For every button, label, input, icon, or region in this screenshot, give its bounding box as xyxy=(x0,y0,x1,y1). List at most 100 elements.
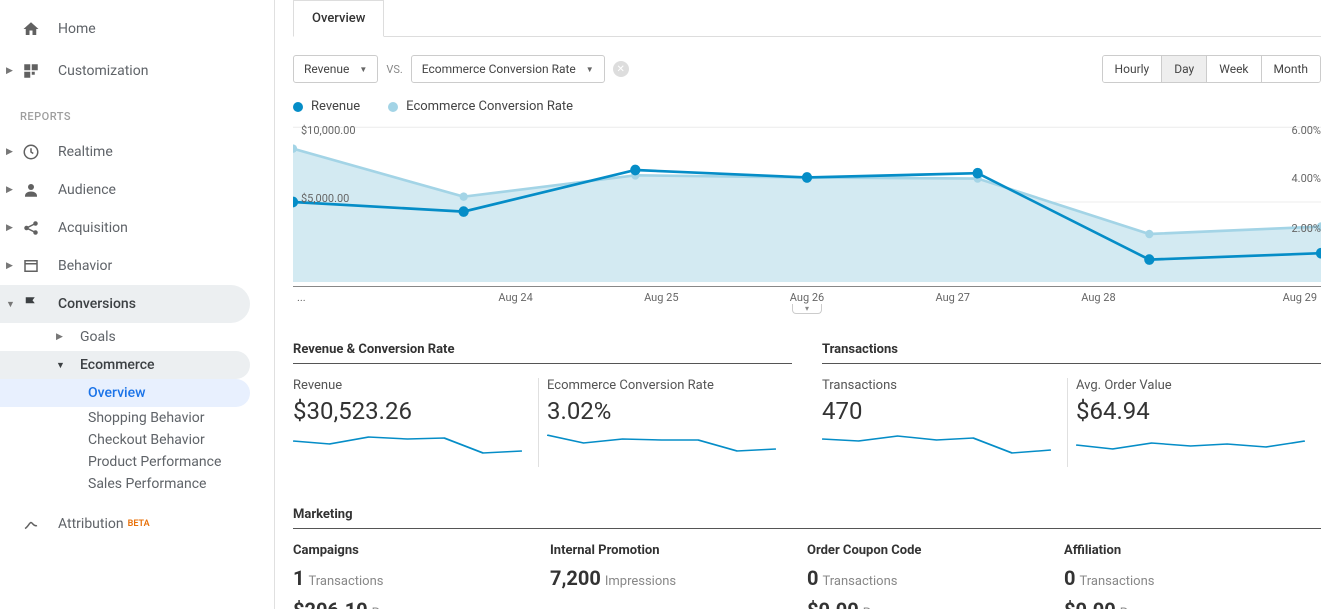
x-tick: ... xyxy=(293,287,443,304)
x-tick: Aug 25 xyxy=(588,287,734,304)
ecom-checkout-behavior[interactable]: Checkout Behavior xyxy=(0,429,274,451)
chevron-right-icon: ▶ xyxy=(56,332,63,342)
home-icon xyxy=(20,20,42,38)
card-aov-value: $64.94 xyxy=(1076,397,1305,425)
mkt-campaigns-head: Campaigns xyxy=(293,543,530,558)
transactions-group-title: Transactions xyxy=(822,342,1321,364)
mkt-coupon: Order Coupon Code 0Transactions $0.00Rev… xyxy=(807,543,1064,609)
main-chart: $10,000.00 $5,000.00 6.00% 4.00% 2.00% xyxy=(293,122,1321,282)
sparkline xyxy=(293,431,522,459)
revenue-group-title: Revenue & Conversion Rate xyxy=(293,342,792,364)
tab-strip: Overview xyxy=(293,0,1321,37)
nav-audience[interactable]: ▶ Audience xyxy=(0,171,274,209)
nav-realtime[interactable]: ▶ Realtime xyxy=(0,133,274,171)
nav-acquisition[interactable]: ▶ Acquisition xyxy=(0,209,274,247)
metrics-row: Revenue & Conversion Rate Revenue $30,52… xyxy=(293,342,1321,467)
metric2-dropdown[interactable]: Ecommerce Conversion Rate ▼ xyxy=(411,55,605,83)
card-aov-label: Avg. Order Value xyxy=(1076,378,1305,393)
sub-goals-label: Goals xyxy=(80,329,116,345)
x-axis: ... Aug 24 Aug 25 Aug 26 Aug 27 Aug 28 A… xyxy=(293,286,1321,304)
card-tx-value: 470 xyxy=(822,397,1051,425)
time-month[interactable]: Month xyxy=(1262,56,1320,82)
aff-rev-value: $0.00 xyxy=(1064,598,1116,609)
y-left-tick-2: $5,000.00 xyxy=(301,192,349,205)
chevron-right-icon: ▶ xyxy=(6,185,13,195)
mkt-coupon-head: Order Coupon Code xyxy=(807,543,1044,558)
card-aov[interactable]: Avg. Order Value $64.94 xyxy=(1068,378,1321,467)
ecom-sales-performance[interactable]: Sales Performance xyxy=(0,473,274,495)
card-revenue[interactable]: Revenue $30,523.26 xyxy=(293,378,539,467)
y-right-tick-2: 4.00% xyxy=(1291,172,1321,185)
clear-metric-icon[interactable]: ✕ xyxy=(613,61,629,77)
y-right-tick-1: 6.00% xyxy=(1291,124,1321,137)
controls-row: Revenue ▼ VS. Ecommerce Conversion Rate … xyxy=(293,55,1321,83)
nav-home[interactable]: Home xyxy=(0,8,274,50)
chevron-right-icon: ▶ xyxy=(6,261,13,271)
legend-revenue: Revenue xyxy=(293,99,360,114)
share-icon xyxy=(20,219,42,237)
mkt-affiliation-head: Affiliation xyxy=(1064,543,1301,558)
ecom-shopping-behavior[interactable]: Shopping Behavior xyxy=(0,407,274,429)
chevron-right-icon: ▶ xyxy=(6,147,13,157)
legend-dot-icon xyxy=(388,102,398,112)
coupon-tx-value: 0 xyxy=(807,566,818,590)
metric2-value: Ecommerce Conversion Rate xyxy=(422,62,576,76)
metric1-dropdown[interactable]: Revenue ▼ xyxy=(293,55,378,83)
nav-conversions-label: Conversions xyxy=(58,296,136,312)
chevron-down-icon: ▼ xyxy=(6,299,15,310)
x-tick: Aug 27 xyxy=(880,287,1026,304)
card-revenue-value: $30,523.26 xyxy=(293,397,522,425)
dashboard-icon xyxy=(20,62,42,80)
internal-imp-label: Impressions xyxy=(605,574,676,589)
chevron-right-icon: ▶ xyxy=(6,223,13,233)
nav-attribution[interactable]: Attribution BETA xyxy=(0,505,274,543)
coupon-rev-value: $0.00 xyxy=(807,598,859,609)
clock-icon xyxy=(20,143,42,161)
beta-badge: BETA xyxy=(128,519,150,529)
nav-audience-label: Audience xyxy=(58,182,116,198)
sub-goals[interactable]: ▶ Goals xyxy=(0,323,274,351)
card-tx-label: Transactions xyxy=(822,378,1051,393)
sub-ecommerce-label: Ecommerce xyxy=(80,357,155,373)
legend-ecr: Ecommerce Conversion Rate xyxy=(388,99,573,114)
reports-section-label: REPORTS xyxy=(0,92,274,133)
nav-customization-label: Customization xyxy=(58,63,148,79)
nav-attribution-label: Attribution xyxy=(58,516,124,532)
marketing-section: Marketing Campaigns 1Transactions $206.1… xyxy=(293,507,1321,609)
nav-home-label: Home xyxy=(58,21,96,37)
nav-realtime-label: Realtime xyxy=(58,144,113,160)
expand-chart-button[interactable]: ▾ xyxy=(792,304,822,314)
nav-conversions[interactable]: ▼ Conversions xyxy=(0,285,250,323)
vs-label: VS. xyxy=(386,63,402,76)
transactions-group: Transactions Transactions 470 Avg. Order… xyxy=(822,342,1321,467)
marketing-title: Marketing xyxy=(293,507,1321,529)
card-ecr[interactable]: Ecommerce Conversion Rate 3.02% xyxy=(539,378,792,467)
user-icon xyxy=(20,181,42,199)
tab-overview[interactable]: Overview xyxy=(293,0,384,37)
coupon-tx-label: Transactions xyxy=(822,574,897,589)
time-week[interactable]: Week xyxy=(1207,56,1261,82)
ecom-product-performance[interactable]: Product Performance xyxy=(0,451,274,473)
chevron-down-icon: ▼ xyxy=(586,65,594,74)
nav-behavior[interactable]: ▶ Behavior xyxy=(0,247,274,285)
sub-ecommerce[interactable]: ▼ Ecommerce xyxy=(0,351,250,379)
campaigns-rev-value: $206.10 xyxy=(293,598,368,609)
time-hourly[interactable]: Hourly xyxy=(1103,56,1163,82)
time-day[interactable]: Day xyxy=(1162,56,1207,82)
behavior-icon xyxy=(20,257,42,275)
flag-icon xyxy=(20,295,42,313)
revenue-group: Revenue & Conversion Rate Revenue $30,52… xyxy=(293,342,792,467)
sparkline xyxy=(1076,431,1305,459)
main-content: Overview Revenue ▼ VS. Ecommerce Convers… xyxy=(275,0,1339,609)
sidebar: Home ▶ Customization REPORTS ▶ Realtime … xyxy=(0,0,275,609)
card-transactions[interactable]: Transactions 470 xyxy=(822,378,1068,467)
x-tick: Aug 24 xyxy=(443,287,589,304)
nav-customization[interactable]: ▶ Customization xyxy=(0,50,274,92)
metric1-value: Revenue xyxy=(304,62,349,76)
card-revenue-label: Revenue xyxy=(293,378,522,393)
aff-tx-value: 0 xyxy=(1064,566,1075,590)
x-tick: Aug 29 xyxy=(1171,287,1321,304)
ecom-overview[interactable]: Overview xyxy=(0,379,250,407)
sparkline xyxy=(822,431,1051,459)
mkt-internal: Internal Promotion 7,200Impressions xyxy=(550,543,807,609)
